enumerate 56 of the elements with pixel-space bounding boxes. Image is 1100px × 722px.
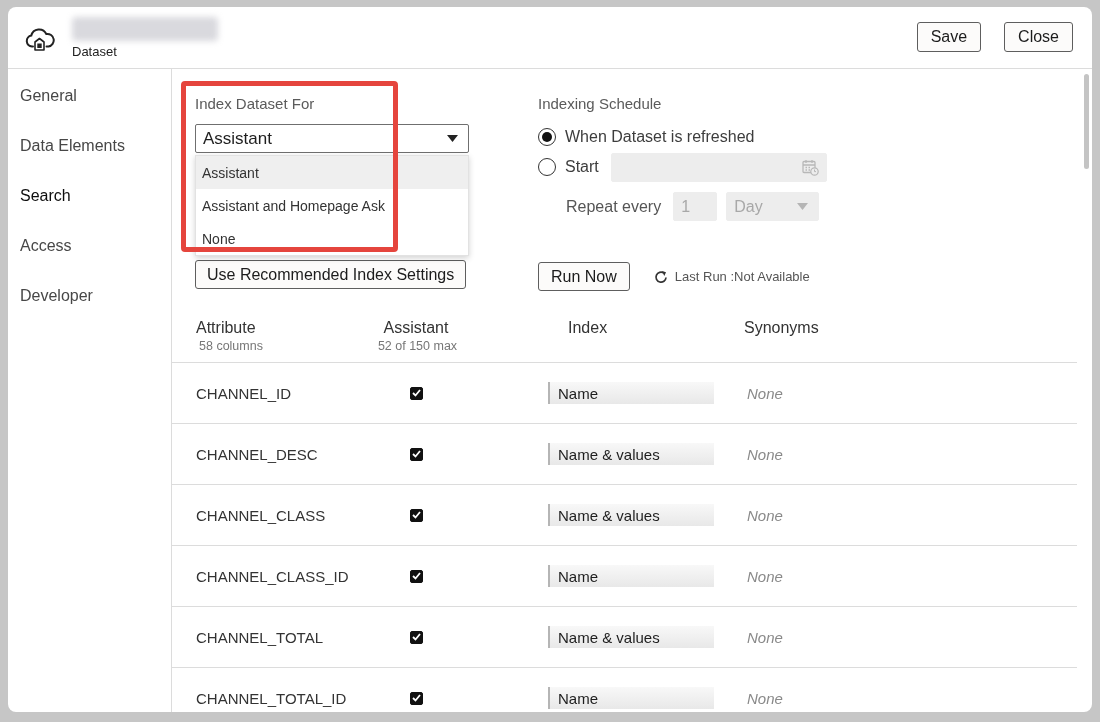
caret-icon bbox=[447, 135, 458, 142]
repeat-label: Repeat every bbox=[566, 197, 662, 216]
last-run-text: Last Run :Not Available bbox=[674, 269, 810, 284]
index-select[interactable]: Name & values bbox=[548, 443, 714, 465]
column-header: Assistant bbox=[383, 318, 449, 338]
attribute-name: CHANNEL_TOTAL bbox=[196, 628, 323, 646]
column-subtitle: 52 of 150 max bbox=[376, 338, 458, 354]
close-button[interactable]: Close bbox=[1004, 22, 1073, 52]
section-label: Indexing Schedule bbox=[538, 94, 662, 114]
checkbox[interactable] bbox=[409, 691, 423, 705]
column-subtitle: 58 columns bbox=[198, 338, 263, 354]
field-label: Index Dataset For bbox=[195, 94, 315, 114]
attribute-name: CHANNEL_TOTAL_ID bbox=[196, 689, 347, 707]
checkbox[interactable] bbox=[409, 447, 423, 461]
index-select[interactable]: Name bbox=[548, 382, 714, 404]
synonyms-text: None bbox=[746, 384, 783, 402]
attribute-name: CHANNEL_CLASS bbox=[196, 506, 326, 524]
run-now-button[interactable]: Run Now bbox=[538, 262, 630, 291]
refresh-icon bbox=[653, 269, 668, 284]
checkbox[interactable] bbox=[409, 630, 423, 644]
synonyms-text: None bbox=[746, 445, 783, 463]
sidebar-item[interactable]: Developer bbox=[8, 271, 171, 321]
save-button[interactable]: Save bbox=[916, 22, 982, 52]
synonyms-text: None bbox=[746, 689, 783, 707]
cloud-icon bbox=[25, 27, 55, 51]
dropdown-option[interactable]: Assistant bbox=[196, 156, 468, 189]
column-header: Synonyms bbox=[744, 318, 819, 338]
dropdown-option[interactable]: Assistant and Homepage Ask bbox=[196, 189, 468, 222]
sidebar-item[interactable]: General bbox=[8, 71, 171, 121]
scrollbar-thumb[interactable] bbox=[1084, 74, 1089, 169]
dialog-subtitle: Dataset bbox=[72, 44, 117, 60]
column-header: Attribute bbox=[196, 318, 256, 338]
dropdown-option[interactable]: None bbox=[196, 222, 468, 255]
sidebar-item[interactable]: Access bbox=[8, 221, 171, 271]
index-select[interactable]: Name & values bbox=[548, 504, 714, 526]
attribute-name: CHANNEL_ID bbox=[196, 384, 292, 402]
recommended-settings-button[interactable]: Use Recommended Index Settings bbox=[195, 260, 467, 289]
attribute-name: CHANNEL_DESC bbox=[196, 445, 318, 463]
radio-label[interactable]: Start bbox=[565, 158, 599, 176]
checkbox[interactable] bbox=[409, 569, 423, 583]
synonyms-text: None bbox=[746, 567, 783, 585]
radio-label[interactable]: When Dataset is refreshed bbox=[565, 128, 755, 146]
sidebar-item[interactable]: Data Elements bbox=[8, 121, 171, 171]
synonyms-text: None bbox=[746, 506, 783, 524]
synonyms-text: None bbox=[746, 628, 783, 646]
attribute-name: CHANNEL_CLASS_ID bbox=[196, 567, 349, 585]
checkbox[interactable] bbox=[409, 508, 423, 522]
index-for-select[interactable]: Assistant bbox=[195, 124, 469, 153]
index-select[interactable]: Name bbox=[548, 687, 714, 709]
column-header: Index bbox=[568, 318, 608, 338]
index-select[interactable]: Name bbox=[548, 565, 714, 587]
caret-icon bbox=[797, 203, 809, 210]
sidebar-item[interactable]: Search bbox=[8, 171, 171, 221]
checkbox[interactable] bbox=[409, 386, 423, 400]
calendar-icon bbox=[801, 158, 819, 176]
index-select[interactable]: Name & values bbox=[548, 626, 714, 648]
